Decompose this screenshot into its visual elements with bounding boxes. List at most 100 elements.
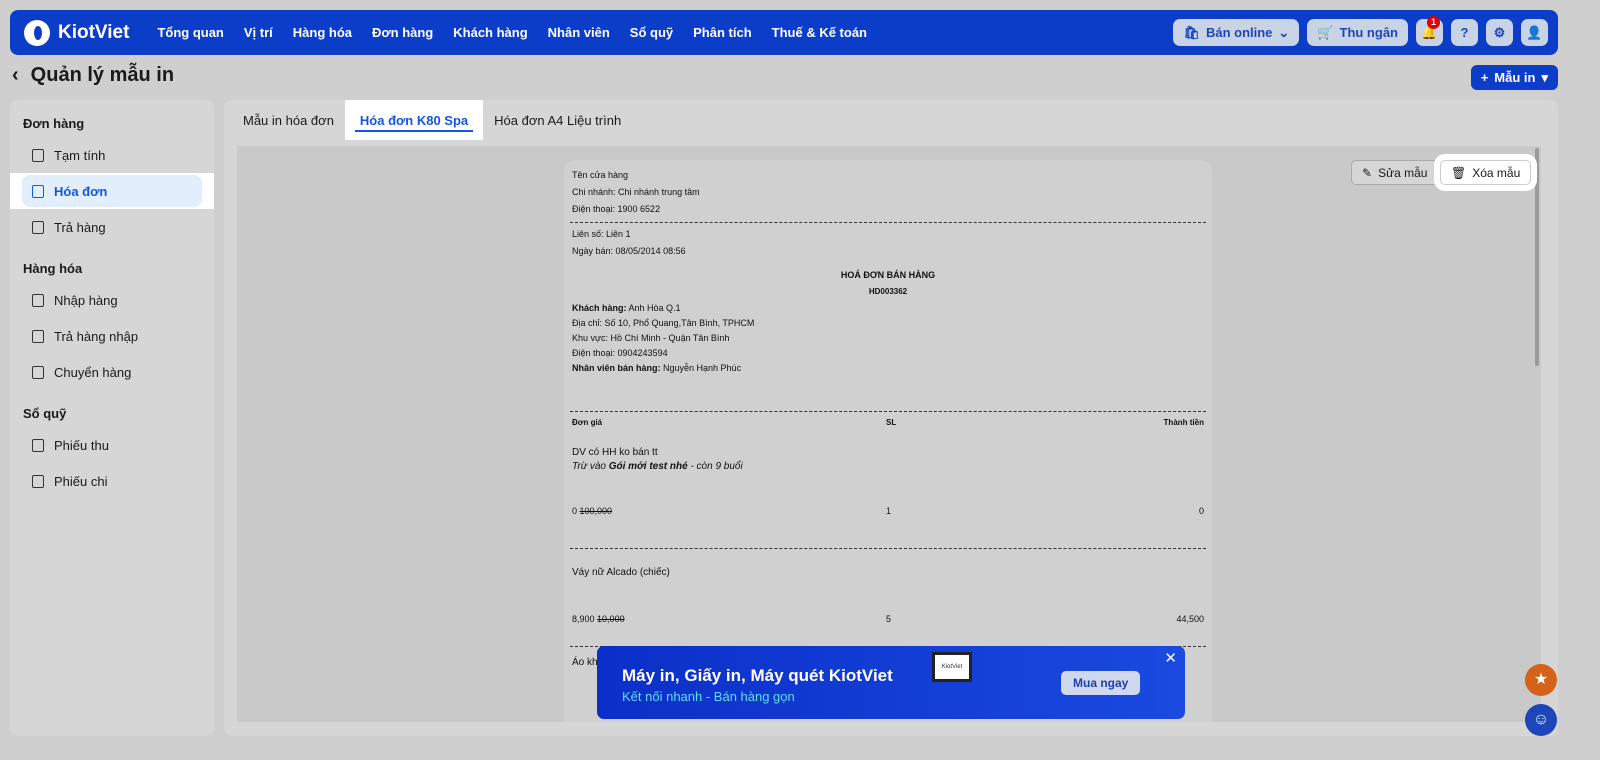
divider	[570, 222, 1206, 223]
caret-down-icon: ▾	[1541, 69, 1548, 85]
shop-bag-icon: 🛍	[1183, 24, 1200, 40]
item-total: 44,500	[1176, 614, 1204, 624]
settings-button[interactable]: ⚙	[1486, 19, 1513, 46]
buy-now-button[interactable]: Mua ngay	[1061, 671, 1141, 695]
main-panel: Mẫu in hóa đơn Hóa đơn K80 Spa Hóa đơn A…	[224, 100, 1558, 736]
add-template-button[interactable]: + Mẫu in ▾	[1470, 65, 1558, 90]
store-phone: Điện thoại: 1900 6522	[572, 204, 661, 214]
import-icon	[32, 293, 44, 307]
star-icon: ★	[1533, 671, 1549, 688]
sidebar-item-label: Trả hàng	[54, 219, 106, 235]
avatar[interactable]: 👤	[1521, 19, 1548, 46]
promo-banner[interactable]: Máy in, Giấy in, Máy quét KiotViet Kết n…	[597, 646, 1185, 719]
sidebar-item-label: Nhập hàng	[54, 292, 118, 308]
logo-icon	[24, 19, 50, 46]
thu-ngan-label: Thu ngân	[1339, 25, 1399, 40]
export-icon	[32, 329, 44, 343]
divider	[570, 411, 1206, 412]
item-note: Trừ vào	[572, 461, 609, 472]
tab-hoa-don-a4-lieu-trinh[interactable]: Hóa đơn A4 Liệu trình	[483, 100, 632, 140]
sidebar-item-tra-hang[interactable]: Trả hàng	[10, 209, 214, 245]
sidebar-item-label: Phiếu chi	[54, 473, 108, 489]
plus-icon: +	[1480, 70, 1489, 85]
add-template-label: Mẫu in	[1494, 70, 1536, 85]
sidebar-item-phieu-thu[interactable]: Phiếu thu	[10, 427, 214, 463]
invoice-icon	[32, 184, 44, 198]
staff: Nguyễn Hạnh Phúc	[660, 363, 742, 373]
copy-number: Liên số: Liên 1	[572, 229, 631, 239]
sidebar-item-label: Tạm tính	[54, 147, 106, 163]
item-old-price: 100,000	[579, 506, 613, 516]
document-icon	[32, 148, 44, 162]
edit-label: Sửa mẫu	[1378, 165, 1428, 180]
nav-tong-quan[interactable]: Tổng quan	[157, 25, 223, 40]
receipt-code: HD003362	[868, 287, 908, 296]
ban-online-button[interactable]: 🛍 Bán online ⌄	[1173, 19, 1300, 46]
sidebar-item-label: Trả hàng nhập	[54, 328, 139, 344]
nav-nhan-vien[interactable]: Nhân viên	[548, 25, 610, 40]
customer: Anh Hòa Q.1	[626, 303, 681, 313]
sidebar-item-label: Hóa đơn	[54, 183, 108, 199]
receipt-title: HOÁ ĐƠN BÁN HÀNG	[840, 270, 936, 280]
delete-label: Xóa mẫu	[1472, 165, 1521, 180]
banner-title: Máy in, Giấy in, Máy quét KiotViet	[622, 666, 893, 685]
col-price: Đơn giá	[572, 418, 603, 427]
transfer-icon	[32, 365, 44, 379]
back-arrow-icon[interactable]: ‹	[12, 64, 19, 87]
item-package: Gói mới test nhé	[608, 461, 688, 472]
sidebar-item-label: Chuyển hàng	[54, 364, 132, 380]
sidebar-item-chuyen-hang[interactable]: Chuyển hàng	[10, 354, 214, 390]
item-price: 0	[572, 506, 578, 516]
nav-thue-ke-toan[interactable]: Thuế & Kế toán	[772, 25, 867, 40]
kiotviet-logo[interactable]: KiotViet	[24, 19, 130, 46]
receipt-preview: Tên cửa hàng Chi nhánh: Chi nhánh trung …	[564, 160, 1212, 722]
item-name: DV có HH ko bán tt	[572, 447, 658, 458]
tab-mau-in-hoa-don[interactable]: Mẫu in hóa đơn	[232, 100, 345, 140]
table-header: Đơn giá SL Thành tiền	[572, 418, 1204, 427]
notification-button[interactable]: 🔔 1	[1416, 16, 1443, 46]
scrollbar[interactable]	[1535, 148, 1539, 366]
thu-ngan-button[interactable]: 🛒 Thu ngân	[1307, 19, 1408, 46]
nav-don-hang[interactable]: Đơn hàng	[372, 25, 433, 40]
sidebar-item-nhap-hang[interactable]: Nhập hàng	[10, 282, 214, 318]
close-icon[interactable]: ✕	[1164, 649, 1177, 667]
table-row: 0 100,000 1 0	[572, 506, 1204, 516]
tab-hoa-don-k80-spa[interactable]: Hóa đơn K80 Spa	[344, 100, 484, 140]
nav-vi-tri[interactable]: Vị trí	[244, 25, 273, 40]
pos-device-image: KiotViet	[932, 652, 972, 682]
return-icon	[32, 220, 44, 234]
payment-icon	[32, 474, 44, 488]
sidebar-item-hoa-don[interactable]: Hóa đơn	[10, 173, 214, 209]
support-agent-icon: ☺	[1532, 711, 1550, 728]
address: Địa chỉ: Số 10, Phổ Quang,Tân Bình, TPHC…	[572, 318, 755, 328]
nav-khach-hang[interactable]: Khách hàng	[453, 25, 527, 40]
divider	[570, 548, 1206, 549]
logo-text: KiotViet	[58, 21, 130, 43]
ban-online-label: Bán online	[1205, 25, 1273, 40]
page-title: ‹ Quản lý mẫu in	[12, 64, 174, 87]
item-total: 0	[1198, 506, 1204, 516]
branch: Chi nhánh: Chi nhánh trung tâm	[572, 187, 700, 197]
col-total: Thành tiền	[1163, 418, 1204, 427]
nav-phan-tich[interactable]: Phân tích	[693, 25, 752, 40]
sidebar-item-tam-tinh[interactable]: Tạm tính	[10, 137, 214, 173]
notification-badge: 1	[1427, 16, 1440, 29]
nav-so-quy[interactable]: Sổ quỹ	[630, 25, 673, 40]
item-price: 8,900	[572, 614, 595, 624]
trash-icon: 🗑	[1451, 165, 1467, 180]
help-button[interactable]: ?	[1451, 19, 1478, 46]
delete-template-button[interactable]: 🗑 Xóa mẫu	[1433, 154, 1538, 191]
nav-hang-hoa[interactable]: Hàng hóa	[293, 25, 352, 40]
star-fab-button[interactable]: ★	[1525, 664, 1557, 696]
pencil-icon: ✎	[1362, 165, 1373, 180]
user-icon: 👤	[1526, 24, 1543, 40]
edit-template-button[interactable]: ✎ Sửa mẫu	[1351, 160, 1439, 185]
sidebar-item-tra-hang-nhap[interactable]: Trả hàng nhập	[10, 318, 214, 354]
receipt-icon	[32, 438, 44, 452]
help-icon: ?	[1460, 25, 1469, 40]
customer-phone: Điện thoại: 0904243594	[572, 348, 668, 358]
top-nav-bar: KiotViet Tổng quan Vị trí Hàng hóa Đơn hàng…	[10, 10, 1558, 55]
support-fab-button[interactable]: ☺	[1525, 704, 1557, 736]
cart-icon: 🛒	[1317, 24, 1334, 40]
sidebar-item-phieu-chi[interactable]: Phiếu chi	[10, 463, 214, 499]
